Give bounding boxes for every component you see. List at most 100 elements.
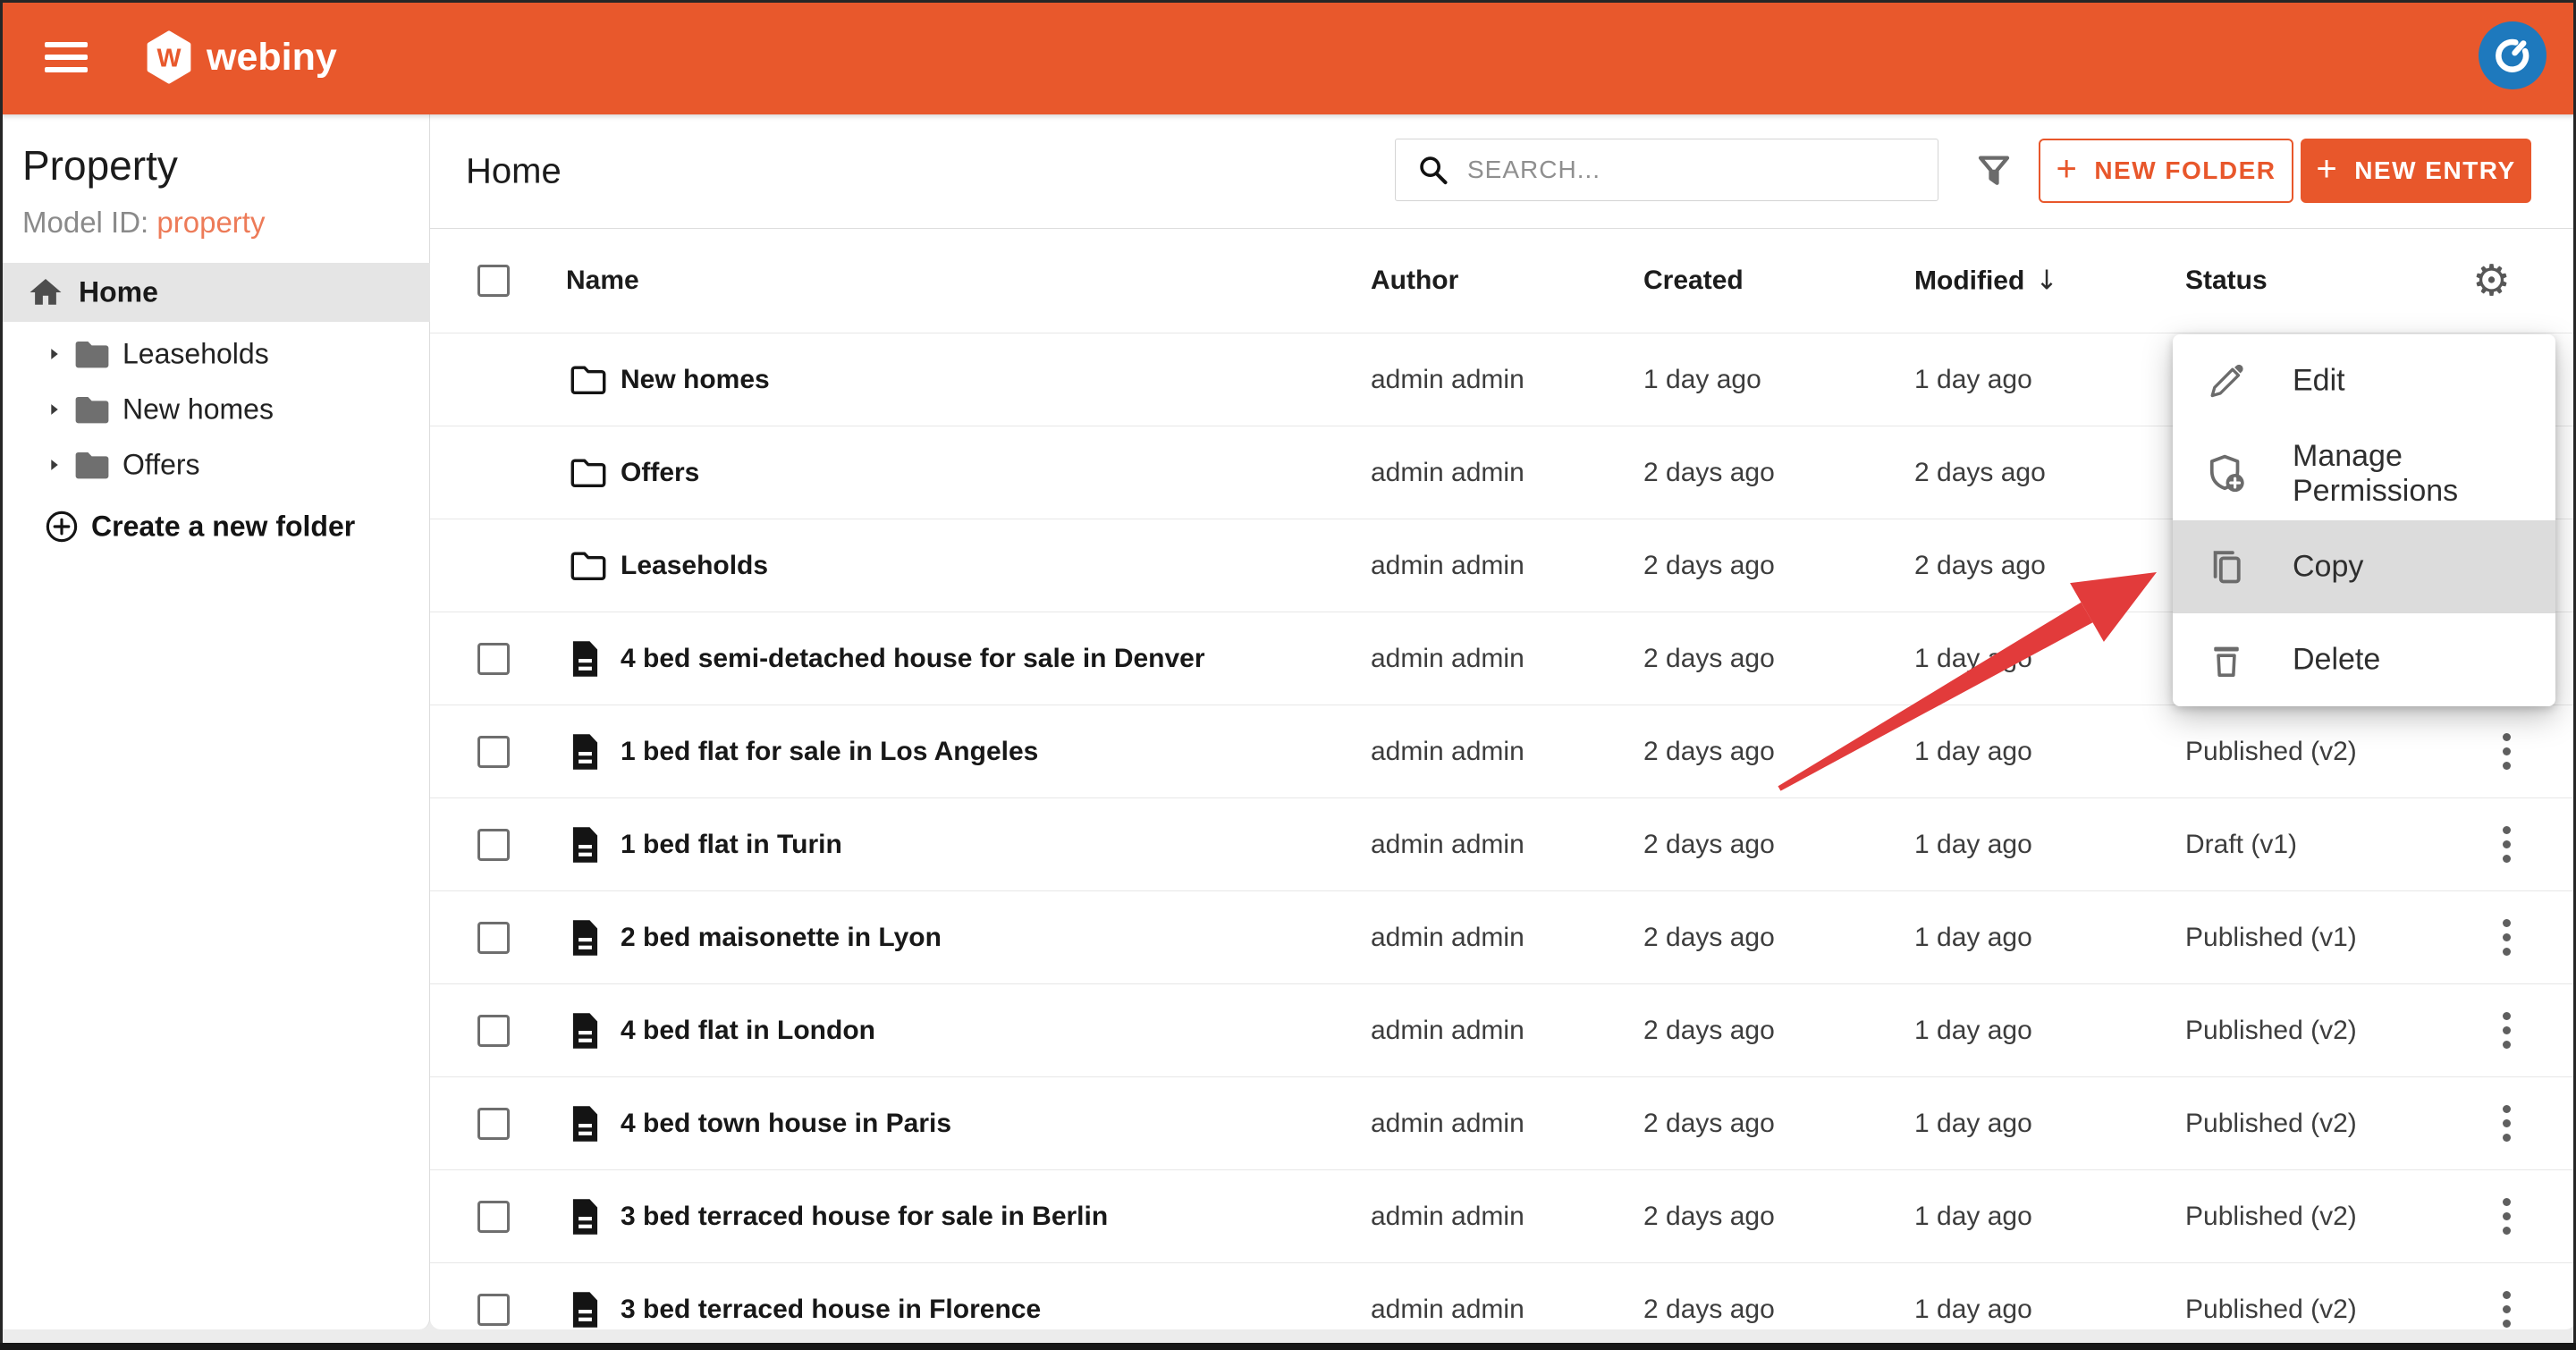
user-avatar[interactable]: [2479, 21, 2546, 89]
row-checkbox[interactable]: [477, 829, 510, 861]
row-context-menu: Edit Manage Permissions Copy Delete: [2173, 334, 2555, 706]
entry-author: admin admin: [1371, 458, 1524, 488]
search-input[interactable]: [1465, 155, 1938, 185]
copy-icon: [2207, 547, 2246, 586]
row-menu-kebab-icon[interactable]: [2483, 729, 2530, 775]
sidebar-folder-offers[interactable]: Offers: [0, 437, 430, 493]
status-badge: Published (v2): [2185, 1109, 2357, 1139]
entry-name[interactable]: 1 bed flat for sale in Los Angeles: [621, 737, 1038, 767]
menu-item-manage-permissions[interactable]: Manage Permissions: [2173, 427, 2555, 520]
logo-letter: W: [157, 44, 182, 72]
sidebar-item-home[interactable]: Home: [0, 263, 430, 322]
chevron-right-icon[interactable]: [46, 402, 62, 418]
new-entry-button[interactable]: + NEW ENTRY: [2301, 139, 2531, 203]
row-menu-kebab-icon[interactable]: [2483, 915, 2530, 961]
row-checkbox[interactable]: [477, 1294, 510, 1326]
table-row-entry[interactable]: 4 bed flat in London admin admin 2 days …: [430, 983, 2576, 1076]
entry-modified: 1 day ago: [1914, 1016, 2032, 1046]
table-row-entry[interactable]: 3 bed terraced house for sale in Berlin …: [430, 1169, 2576, 1262]
model-id-value[interactable]: property: [156, 206, 265, 239]
chevron-right-icon[interactable]: [46, 458, 62, 473]
row-menu-kebab-icon[interactable]: [2483, 1008, 2530, 1054]
row-menu-kebab-icon[interactable]: [2483, 1287, 2530, 1330]
table-row-entry[interactable]: 1 bed flat for sale in Los Angeles admin…: [430, 705, 2576, 797]
folder-label[interactable]: New homes: [122, 393, 274, 426]
row-checkbox[interactable]: [477, 1015, 510, 1047]
entry-name[interactable]: Offers: [621, 458, 699, 488]
select-all-checkbox[interactable]: [477, 265, 510, 297]
entry-created: 2 days ago: [1643, 923, 1775, 953]
chevron-right-icon[interactable]: [46, 347, 62, 362]
column-header-status[interactable]: Status: [2185, 266, 2268, 296]
home-icon: [27, 274, 64, 310]
entry-name[interactable]: 3 bed terraced house for sale in Berlin: [621, 1202, 1108, 1232]
entry-modified: 1 day ago: [1914, 1295, 2032, 1325]
table-row-entry[interactable]: 1 bed flat in Turin admin admin 2 days a…: [430, 797, 2576, 890]
entry-author: admin admin: [1371, 737, 1524, 767]
sidebar-folder-new-homes[interactable]: New homes: [0, 382, 430, 437]
entry-name[interactable]: 1 bed flat in Turin: [621, 830, 842, 860]
folder-label[interactable]: Leaseholds: [122, 338, 269, 371]
entry-name[interactable]: 4 bed flat in London: [621, 1016, 875, 1046]
column-header-author[interactable]: Author: [1371, 266, 1458, 296]
entry-name[interactable]: 4 bed semi-detached house for sale in De…: [621, 644, 1205, 674]
entry-created: 1 day ago: [1643, 365, 1761, 395]
entry-modified: 1 day ago: [1914, 830, 2032, 860]
table-row-entry[interactable]: 3 bed terraced house in Florence admin a…: [430, 1262, 2576, 1329]
folder-outline-icon: [570, 549, 607, 582]
row-checkbox[interactable]: [477, 736, 510, 768]
main-content: Home + NEW FOLDER + NEW ENTRY Name Autho…: [430, 114, 2576, 1329]
search-icon: [1417, 154, 1449, 186]
entry-author: admin admin: [1371, 830, 1524, 860]
folder-label[interactable]: Offers: [122, 449, 200, 482]
entry-name[interactable]: 4 bed town house in Paris: [621, 1109, 951, 1139]
model-id: Model ID: property: [22, 206, 265, 240]
row-checkbox[interactable]: [477, 1201, 510, 1233]
row-checkbox[interactable]: [477, 643, 510, 675]
row-menu-kebab-icon[interactable]: [2483, 1101, 2530, 1147]
entry-author: admin admin: [1371, 551, 1524, 581]
sidebar-home-label: Home: [79, 276, 158, 309]
folder-icon: [73, 393, 111, 426]
row-checkbox[interactable]: [477, 922, 510, 954]
entry-created: 2 days ago: [1643, 551, 1775, 581]
filter-button[interactable]: [1965, 142, 2023, 199]
entry-author: admin admin: [1371, 365, 1524, 395]
entry-author: admin admin: [1371, 1202, 1524, 1232]
funnel-icon: [1976, 153, 2012, 189]
status-badge: Published (v2): [2185, 1295, 2357, 1325]
table-header: Name Author Created Modified↓ Status ⚙: [430, 228, 2576, 333]
entry-created: 2 days ago: [1643, 1295, 1775, 1325]
status-badge: Published (v2): [2185, 737, 2357, 767]
entry-created: 2 days ago: [1643, 644, 1775, 674]
sidebar-folder-leaseholds[interactable]: Leaseholds: [0, 326, 430, 382]
menu-item-edit[interactable]: Edit: [2173, 334, 2555, 427]
row-menu-kebab-icon[interactable]: [2483, 1194, 2530, 1240]
entry-name[interactable]: Leaseholds: [621, 551, 768, 581]
folder-icon: [73, 449, 111, 482]
trash-icon: [2207, 640, 2246, 679]
folder-outline-icon: [570, 456, 607, 489]
create-new-folder-button[interactable]: Create a new folder: [0, 506, 430, 547]
webiny-logo-icon: W: [146, 30, 192, 84]
column-header-created[interactable]: Created: [1643, 266, 1744, 296]
hamburger-menu-icon[interactable]: [45, 42, 88, 72]
row-menu-kebab-icon[interactable]: [2483, 822, 2530, 868]
table-row-entry[interactable]: 2 bed maisonette in Lyon admin admin 2 d…: [430, 890, 2576, 983]
search-box[interactable]: [1395, 139, 1938, 201]
entry-modified: 1 day ago: [1914, 923, 2032, 953]
table-settings-gear-icon[interactable]: ⚙: [2472, 259, 2511, 302]
entry-name[interactable]: 3 bed terraced house in Florence: [621, 1295, 1041, 1325]
column-header-modified[interactable]: Modified↓: [1914, 266, 2057, 297]
column-header-name[interactable]: Name: [566, 266, 639, 296]
entry-created: 2 days ago: [1643, 737, 1775, 767]
entry-name[interactable]: 2 bed maisonette in Lyon: [621, 923, 942, 953]
row-checkbox[interactable]: [477, 1108, 510, 1140]
model-id-label: Model ID:: [22, 206, 148, 239]
new-folder-button[interactable]: + NEW FOLDER: [2039, 139, 2293, 203]
menu-item-delete[interactable]: Delete: [2173, 613, 2555, 706]
table-row-entry[interactable]: 4 bed town house in Paris admin admin 2 …: [430, 1076, 2576, 1169]
menu-item-copy[interactable]: Copy: [2173, 520, 2555, 613]
entry-name[interactable]: New homes: [621, 365, 770, 395]
shield-add-icon: [2207, 453, 2248, 494]
